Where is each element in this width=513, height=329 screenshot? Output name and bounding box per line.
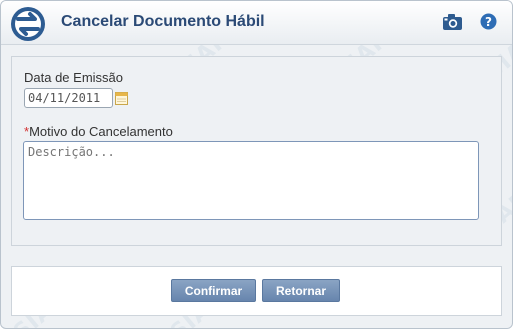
page-title: Cancelar Documento Hábil [61, 13, 265, 30]
date-field[interactable] [24, 88, 113, 108]
date-label: Data de Emissão [24, 70, 123, 85]
motivo-label-text: Motivo do Cancelamento [29, 124, 173, 139]
form-panel: Data de Emissão *Motivo do Cancelamento [11, 56, 502, 246]
dialog-window: SIAFI SIAFI SIAFI SIAFI SIAFI SIAFI SIAF… [0, 0, 513, 329]
siafi-logo-icon [11, 7, 45, 41]
help-icon[interactable]: ? [480, 13, 497, 30]
confirm-button[interactable]: Confirmar [171, 279, 256, 302]
motivo-textarea[interactable] [23, 141, 479, 220]
svg-text:?: ? [485, 15, 492, 29]
button-panel: Confirmar Retornar [11, 266, 502, 316]
motivo-label: *Motivo do Cancelamento [24, 124, 173, 139]
dialog-header: Cancelar Documento Hábil ? [1, 1, 512, 45]
return-button[interactable]: Retornar [262, 279, 340, 302]
calendar-icon[interactable] [115, 92, 128, 105]
camera-icon[interactable] [442, 13, 463, 31]
